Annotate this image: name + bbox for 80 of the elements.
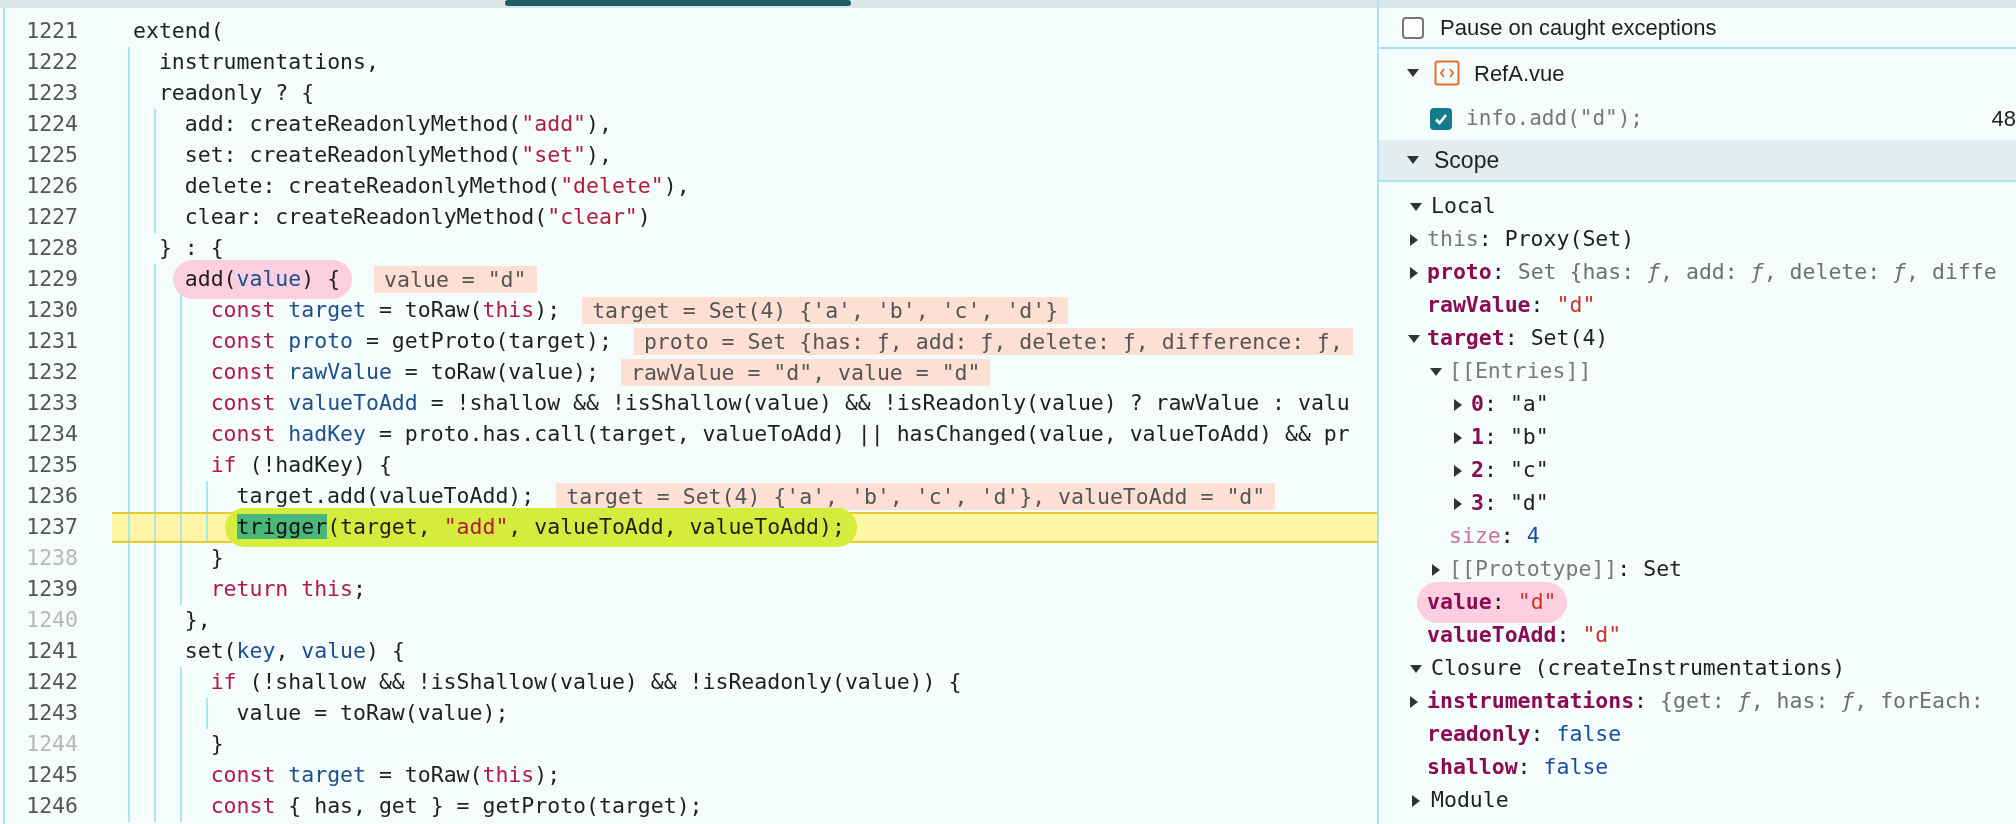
code-text: value = toRaw(value); (236, 699, 509, 728)
code-text: target.add(valueToAdd); (236, 482, 535, 511)
inline-value: target = Set(4) {'a', 'b', 'c', 'd'}, valueToAdd = "d" (556, 483, 1276, 510)
line-number[interactable]: 1228 (5, 232, 78, 265)
inline-value: value = "d" (374, 266, 537, 293)
line-number[interactable]: 1231 (5, 325, 78, 358)
line-number[interactable]: 1242 (5, 666, 78, 699)
scope-property[interactable]: 1: "b" (1471, 421, 1549, 454)
line-number[interactable]: 1235 (5, 449, 78, 482)
line-number[interactable]: 1233 (5, 387, 78, 420)
line-number[interactable]: 1227 (5, 201, 78, 234)
scope-property[interactable]: target: Set(4) (1427, 322, 1609, 355)
code-text: } (210, 544, 224, 573)
code-text: readonly ? { (158, 79, 315, 108)
checkbox[interactable] (1402, 16, 1424, 39)
code-text: const target = toRaw(this); (210, 761, 561, 790)
code-text: return this; (210, 575, 366, 604)
scrollbar-thumb[interactable] (505, 0, 851, 6)
code-text: const hadKey = proto.has.call(target, valueToAdd) || hasChanged(value, valueToAdd) && pr (210, 420, 1350, 449)
line-number[interactable]: 1222 (5, 46, 78, 79)
scope-property[interactable]: rawValue: "d" (1427, 289, 1596, 322)
scope-property[interactable]: shallow: false (1427, 751, 1609, 784)
code-text: trigger(target, "add", valueToAdd, valueToAdd); (224, 508, 857, 547)
line-number[interactable]: 1234 (5, 418, 78, 451)
scope-property[interactable]: [[Entries]] (1449, 355, 1592, 388)
checkbox[interactable] (1430, 107, 1452, 130)
scope-section-title[interactable]: Closure (createInstrumentations) (1431, 652, 1846, 685)
code-text: const { has, get } = getProto(target); (210, 792, 703, 821)
line-number[interactable]: 1245 (5, 759, 78, 792)
code-text: set(key, value) { (184, 637, 405, 666)
code-text: } (210, 730, 224, 759)
line-number[interactable]: 1229 (5, 263, 78, 296)
line-number[interactable]: 1221 (5, 15, 78, 48)
line-number[interactable]: 1224 (5, 108, 78, 141)
code-file-icon (1434, 60, 1460, 86)
line-number[interactable]: 1223 (5, 77, 78, 110)
code-text: if (!hadKey) { (210, 451, 392, 480)
line-number[interactable]: 1246 (5, 790, 78, 823)
line-number[interactable]: 1236 (5, 480, 78, 513)
scope-property[interactable]: 2: "c" (1471, 454, 1549, 487)
scope-property[interactable]: instrumentations: {get: ƒ, has: ƒ, forEach: (1427, 685, 1984, 718)
scope-property[interactable]: 0: "a" (1471, 388, 1549, 421)
code-text: clear: createReadonlyMethod("clear") (184, 203, 651, 232)
code-text: } : { (158, 234, 224, 263)
scope-property[interactable]: proto: Set {has: ƒ, add: ƒ, delete: ƒ, diffe (1427, 256, 1997, 289)
line-number[interactable]: 1237 (5, 511, 78, 544)
scope-property[interactable]: size: 4 (1449, 520, 1540, 553)
inline-value: rawValue = "d", value = "d" (620, 359, 991, 386)
line-number[interactable]: 1230 (5, 294, 78, 327)
line-number[interactable]: 1232 (5, 356, 78, 389)
code-text: set: createReadonlyMethod("set"), (184, 141, 612, 170)
line-number[interactable]: 1239 (5, 573, 78, 606)
inline-value: proto = Set {has: ƒ, add: ƒ, delete: ƒ, difference: ƒ, (633, 328, 1353, 355)
scope-property[interactable]: this: Proxy(Set) (1427, 223, 1635, 256)
line-number[interactable]: 1243 (5, 697, 78, 730)
code-text: const proto = getProto(target); (210, 327, 612, 356)
breakpoint-code[interactable]: info.add("d"); (1466, 102, 1978, 135)
section-header[interactable]: Scope (1434, 142, 1500, 178)
inline-value: target = Set(4) {'a', 'b', 'c', 'd'} (582, 297, 1069, 324)
code-text: add: createReadonlyMethod("add"), (184, 110, 612, 139)
code-text: add(value) { (172, 260, 353, 299)
breakpoint-line-number: 48 (1991, 105, 2016, 133)
checkbox-label[interactable]: Pause on caught exceptions (1440, 11, 1717, 44)
line-number[interactable]: 1226 (5, 170, 78, 203)
code-text: const rawValue = toRaw(value); (210, 358, 599, 387)
line-number[interactable]: 1241 (5, 635, 78, 668)
scope-section-title[interactable]: Module (1431, 784, 1509, 817)
code-text: }, (184, 606, 211, 635)
code-text: delete: createReadonlyMethod("delete"), (184, 172, 690, 201)
scope-property[interactable]: readonly: false (1427, 718, 1622, 751)
line-number[interactable]: 1225 (5, 139, 78, 172)
scope-section-title[interactable]: Local (1431, 190, 1496, 223)
scope-property[interactable]: 3: "d" (1471, 487, 1549, 520)
code-text: const target = toRaw(this); (210, 296, 561, 325)
code-text: instrumentations, (158, 48, 379, 77)
code-text: const valueToAdd = !shallow && !isShallow(value) && !isReadonly(value) ? rawValue : valu (210, 389, 1350, 418)
code-text: extend( (133, 17, 224, 46)
scope-property[interactable]: value: "d" (1417, 582, 1567, 623)
code-text: if (!shallow && !isShallow(value) && !isReadonly(value)) { (210, 668, 962, 697)
file-name[interactable]: RefA.vue (1474, 56, 1565, 90)
